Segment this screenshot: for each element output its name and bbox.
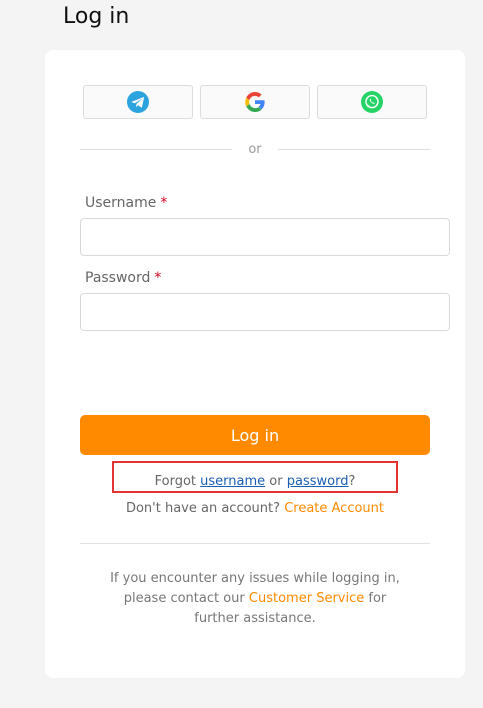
forgot-prefix: Forgot [154,474,197,489]
customer-service-link[interactable]: Customer Service [249,591,364,606]
telegram-login-button[interactable] [83,85,193,119]
forgot-suffix: ? [348,474,356,489]
google-icon [245,92,265,112]
signup-text: Don't have an account? [125,501,281,516]
required-mark: * [160,195,168,211]
divider-line-left [80,148,233,150]
create-account-link[interactable]: Create Account [284,501,384,516]
whatsapp-login-button[interactable] [317,85,427,119]
signup-prompt: Don't have an account? Create Account [45,501,465,516]
or-divider: or [80,139,430,159]
login-button[interactable]: Log in [80,415,430,455]
password-label: Password * [85,270,161,286]
help-text: If you encounter any issues while loggin… [105,569,405,629]
forgot-password-link[interactable]: password [287,474,349,489]
telegram-icon [127,91,149,113]
social-login-row [83,85,427,119]
forgot-credentials: Forgot username or password? [45,474,465,489]
forgot-username-link[interactable]: username [200,474,265,489]
password-input[interactable] [80,293,450,331]
username-label-text: Username [85,195,157,211]
required-mark: * [154,270,162,286]
section-divider [80,543,430,544]
forgot-middle: or [269,474,283,489]
username-input[interactable] [80,218,450,256]
divider-line-right [277,148,430,150]
google-login-button[interactable] [200,85,310,119]
login-card: or Username * Password * Log in Forgot use… [45,50,465,678]
password-label-text: Password [85,270,151,286]
page-title: Log in [63,4,130,29]
divider-text: or [248,141,262,157]
whatsapp-icon [361,91,383,113]
username-label: Username * [85,195,167,211]
